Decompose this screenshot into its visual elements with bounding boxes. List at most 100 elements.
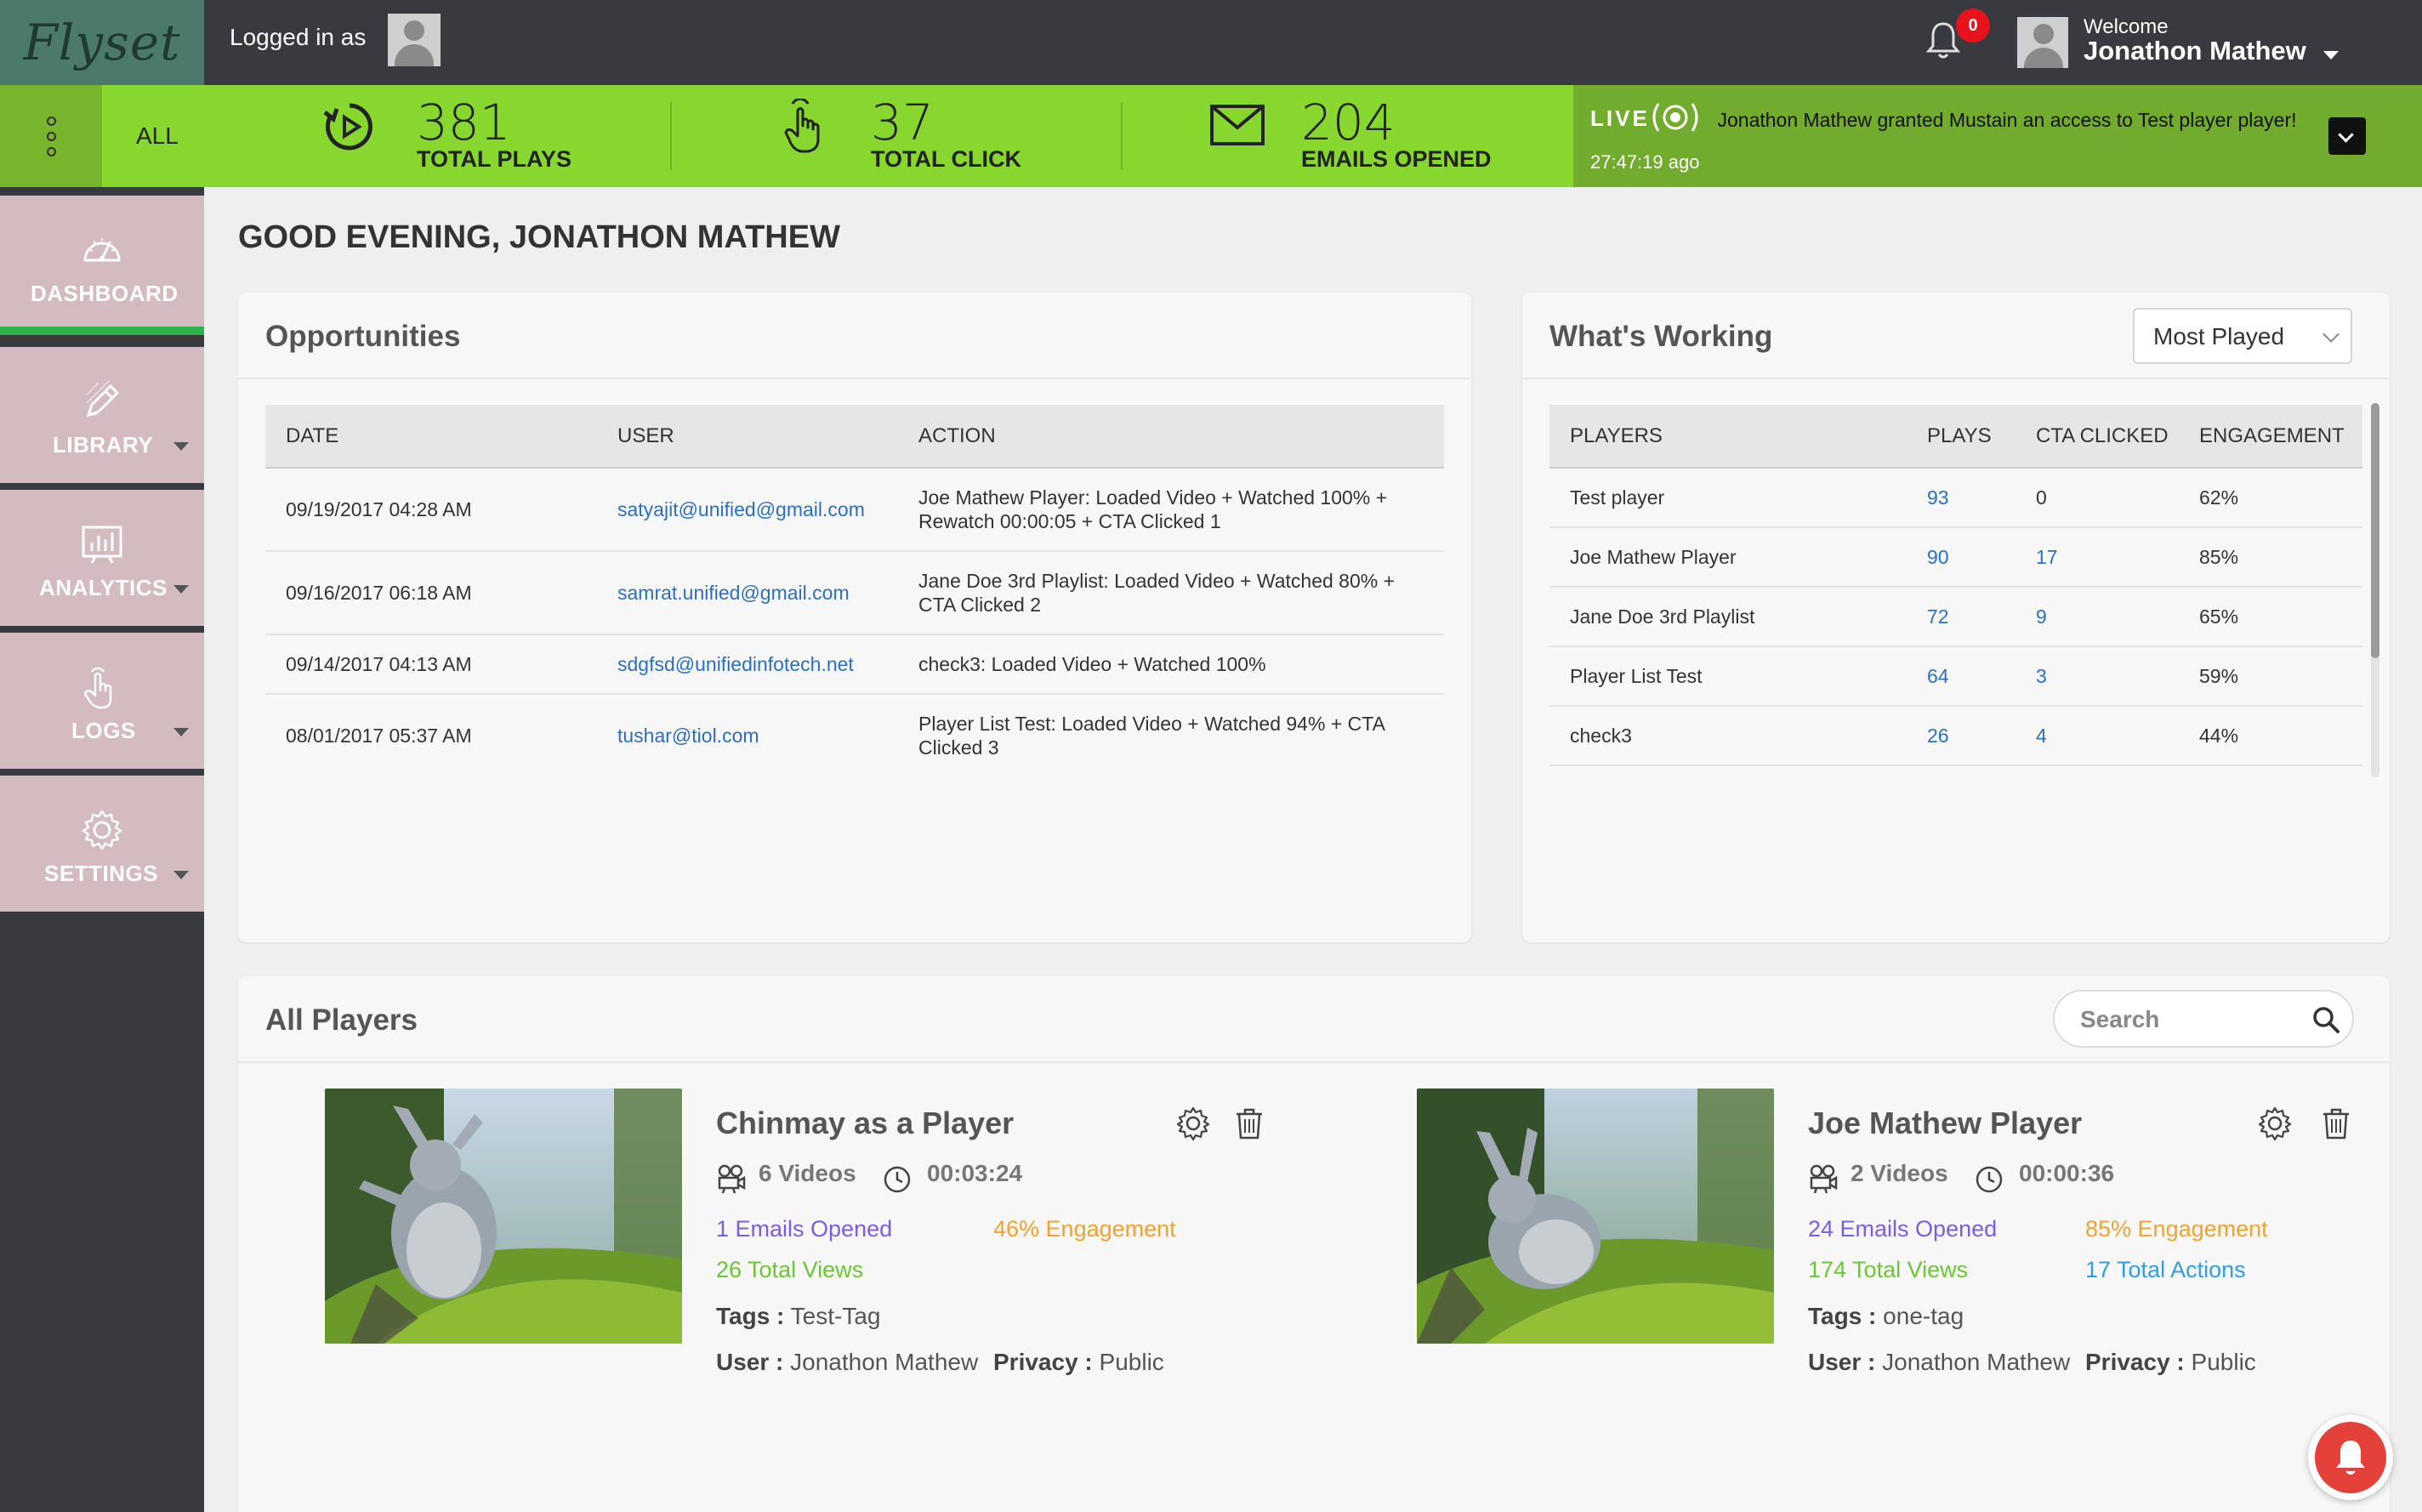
chevron-down-icon[interactable] (2323, 51, 2339, 60)
stat-emails-opened: 204 EMAILS OPENED (1209, 85, 1566, 187)
column-header[interactable]: USER (597, 405, 898, 469)
player-title[interactable]: Joe Mathew Player (1808, 1106, 2082, 1141)
avatar[interactable] (388, 14, 441, 66)
player-title[interactable]: Chinmay as a Player (716, 1106, 1014, 1141)
sidebar-item-logs[interactable]: LOGS (0, 633, 204, 769)
notification-fab[interactable] (2308, 1415, 2393, 1500)
total-plays-value: 381 (417, 94, 511, 151)
filter-all[interactable]: ALL (136, 122, 179, 150)
player-videos-count: 6 Videos (759, 1160, 856, 1186)
active-indicator (0, 327, 204, 335)
column-header[interactable]: PLAYERS (1549, 405, 1907, 469)
player-name-cell: Player List Test (1549, 646, 1907, 707)
table-clip (1549, 784, 2362, 942)
chevron-down-icon (173, 728, 189, 736)
pencil-icon (86, 380, 120, 418)
user-name[interactable]: Jonathon Mathew (2084, 36, 2306, 66)
cta-clicked-cell[interactable]: 3 (2015, 646, 2179, 707)
hand-pointer-icon (83, 667, 112, 709)
chart-icon (82, 526, 122, 564)
plays-cell[interactable]: 26 (1907, 706, 2015, 766)
player-thumbnail[interactable] (1417, 1089, 1774, 1344)
sort-select[interactable]: Most Played (2133, 308, 2352, 364)
user-link[interactable]: satyajit@unified@gmail.com (597, 468, 898, 552)
search-input[interactable] (2080, 1003, 2301, 1036)
emails-opened-value: 204 (1301, 94, 1396, 151)
user-label: User : (1808, 1349, 1876, 1375)
opportunities-card: Opportunities DATE USER ACTION 09/19/201… (238, 293, 1471, 942)
column-header[interactable]: DATE (265, 405, 597, 469)
sidebar-item-label: LOGS (71, 718, 136, 743)
table-row[interactable]: Player List Test 64 3 59% (1549, 646, 2362, 707)
search-box[interactable] (2053, 990, 2354, 1048)
player-total-actions: 17 Total Actions (2085, 1257, 2246, 1282)
cta-clicked-cell[interactable]: 4 (2015, 706, 2179, 766)
player-user: User : Jonathon Mathew (716, 1349, 978, 1376)
column-header[interactable]: ACTION (898, 405, 1444, 469)
total-plays-label: TOTAL PLAYS (417, 146, 572, 172)
sidebar-item-dashboard[interactable]: DASHBOARD (0, 196, 204, 335)
menu-dots-icon[interactable] (0, 85, 102, 187)
player-emails-opened: 24 Emails Opened (1808, 1216, 1998, 1242)
gear-icon[interactable] (1175, 1106, 1211, 1141)
gear-icon[interactable] (2257, 1106, 2293, 1141)
plays-cell[interactable]: 90 (1907, 527, 2015, 588)
engagement-cell: 85% (2179, 527, 2362, 588)
table-row[interactable]: Jane Doe 3rd Playlist 72 9 65% (1549, 587, 2362, 647)
table-row[interactable]: check3 26 4 44% (1549, 706, 2362, 766)
player-tags: Tags : Test-Tag (716, 1303, 881, 1330)
trash-icon[interactable] (1231, 1106, 1267, 1141)
logged-in-label: Logged in as (230, 24, 367, 50)
table-row: 09/16/2017 06:18 AM samrat.unified@gmail… (265, 551, 1444, 635)
logo[interactable]: Flyset (0, 0, 204, 85)
user-link[interactable]: sdgfsd@unifiedinfotech.net (597, 634, 898, 695)
privacy-value: Public (1099, 1349, 1164, 1375)
player-tags: Tags : one-tag (1808, 1303, 1964, 1330)
action-cell: Player List Test: Loaded Video + Watched… (918, 712, 1384, 759)
chevron-down-icon (2323, 326, 2340, 343)
date-cell: 09/19/2017 04:28 AM (265, 468, 597, 552)
trash-icon[interactable] (2318, 1106, 2354, 1141)
notification-badge[interactable]: 0 (1956, 9, 1990, 43)
table-row[interactable]: Test player 93 0 62% (1549, 468, 2362, 528)
sidebar-item-label: LIBRARY (53, 432, 154, 458)
opportunities-title: Opportunities (265, 320, 461, 353)
divider (670, 102, 672, 170)
user-avatar[interactable] (2017, 17, 2068, 68)
column-header[interactable]: CTA CLICKED (2015, 405, 2179, 469)
player-privacy: Privacy : Public (2085, 1349, 2256, 1376)
player-duration: 00:03:24 (927, 1160, 1023, 1186)
cta-clicked-cell[interactable]: 17 (2015, 527, 2179, 588)
clock-icon (884, 1166, 911, 1193)
sidebar-item-analytics[interactable]: ANALYTICS (0, 490, 204, 626)
live-label: LIVE (1590, 105, 1650, 131)
bell-icon (2336, 1441, 2365, 1475)
player-duration: 00:00:36 (2019, 1160, 2115, 1186)
plays-cell[interactable]: 64 (1907, 646, 2015, 707)
privacy-label: Privacy : (993, 1349, 1093, 1375)
user-label: User : (716, 1349, 784, 1375)
cta-clicked-cell[interactable]: 9 (2015, 587, 2179, 647)
user-link[interactable]: tushar@tiol.com (597, 694, 898, 776)
table-row: 09/19/2017 04:28 AM satyajit@unified@gma… (265, 468, 1444, 552)
table-row[interactable]: Joe Mathew Player 90 17 85% (1549, 527, 2362, 588)
page-title: GOOD EVENING, JONATHON MATHEW (238, 219, 840, 255)
table-row: 08/01/2017 05:37 AM tushar@tiol.com Play… (265, 694, 1444, 776)
divider (1522, 378, 2390, 379)
stats-bar: ALL 381 TOTAL PLAYS 37 TOTAL CLICK 204 E… (0, 85, 2422, 187)
plays-cell[interactable]: 93 (1907, 468, 2015, 528)
plays-cell[interactable]: 72 (1907, 587, 2015, 647)
player-thumbnail[interactable] (325, 1089, 682, 1344)
live-expand-button[interactable] (2328, 117, 2366, 155)
sidebar-item-settings[interactable]: SETTINGS (0, 776, 204, 912)
search-icon[interactable] (2311, 1005, 2340, 1034)
scrollbar-thumb[interactable] (2371, 403, 2379, 658)
user-link[interactable]: samrat.unified@gmail.com (597, 551, 898, 635)
sidebar-item-label: DASHBOARD (31, 281, 179, 306)
player-total-views: 174 Total Views (1808, 1257, 1969, 1282)
sidebar-item-library[interactable]: LIBRARY (0, 347, 204, 483)
column-header[interactable]: PLAYS (1907, 405, 2015, 469)
tags-value: Test-Tag (790, 1303, 881, 1329)
cta-clicked-cell: 0 (2015, 468, 2179, 528)
column-header[interactable]: ENGAGEMENT (2179, 405, 2362, 469)
